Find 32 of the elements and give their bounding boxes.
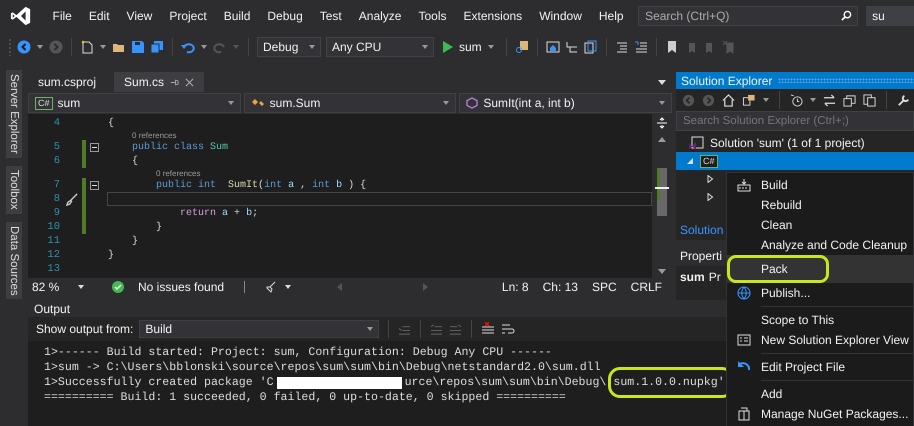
line-number: 11	[46, 235, 60, 247]
object-type: Pr	[708, 270, 721, 284]
file-type-badge: C#	[35, 96, 53, 110]
solution-name: su	[866, 6, 914, 26]
line-number: 6	[52, 155, 60, 167]
code-line: }	[131, 236, 138, 246]
output-text: ========== Build: 1 succeeded, 0 failed, 0 up-to-date, 0 skipped ==========	[44, 391, 566, 404]
code-line: public int SumIt(int a , int b ) {	[155, 180, 366, 190]
output-text: 1>------ Build started: Project: sum, Configuration: Debug Any CPU ------	[44, 346, 552, 359]
tree-item-label: Solution 'sum' (1 of 1 project)	[710, 136, 865, 150]
line-number: 7	[52, 179, 60, 191]
code-line: }	[108, 250, 114, 260]
line-number: 12	[46, 249, 60, 261]
panel-title: Solution Explorer	[681, 74, 772, 88]
line-number: 8	[52, 193, 60, 205]
code-line: public class Sum	[131, 142, 228, 152]
output-text: 1>Successfully created package 'C	[44, 376, 274, 389]
project-type-badge: C#	[700, 154, 718, 168]
output-text: 1>sum -> C:\Users\bblonski\source\repos\sum\sum\bin\Debug\netstandard2.0\sum.dll	[44, 361, 601, 374]
line-number: 4	[52, 117, 60, 129]
output-text: urce\repos\sum\sum\bin\Debug\	[404, 376, 606, 389]
line-number: 9	[52, 207, 60, 219]
code-line: return a + b;	[179, 208, 258, 218]
code-line: {	[108, 118, 114, 128]
line-number: 10	[46, 221, 60, 233]
line-number: 13	[46, 263, 60, 275]
code-line: }	[155, 222, 162, 232]
source-label: Show output from:	[36, 322, 134, 336]
code-line: {	[131, 156, 138, 166]
object-name: sum	[680, 270, 705, 284]
line-number: 5	[52, 141, 60, 153]
output-text: sum.1.0.0.nupkg'	[613, 376, 725, 389]
